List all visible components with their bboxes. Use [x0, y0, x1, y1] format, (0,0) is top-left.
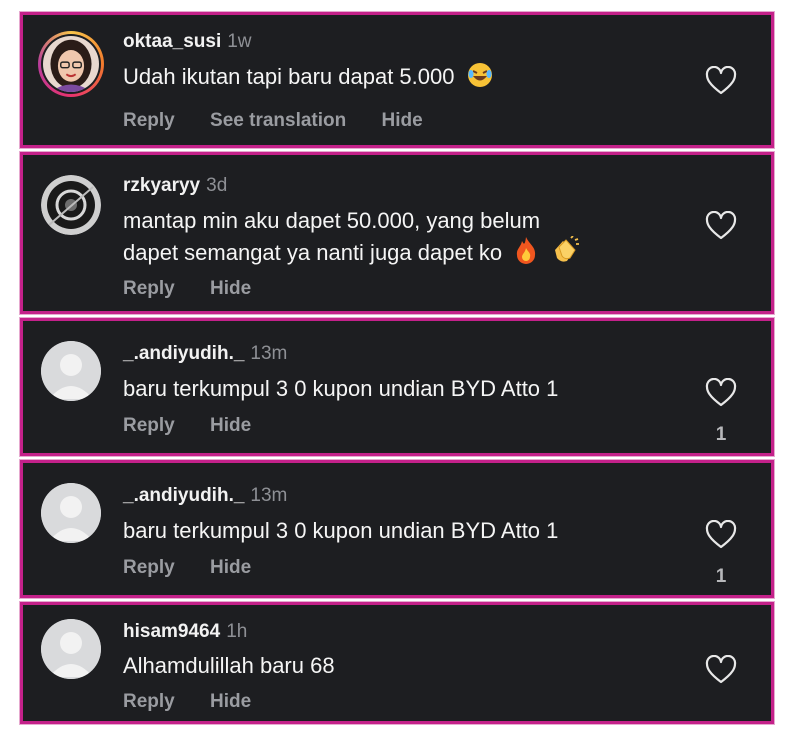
comment-text-line-2: dapet semangat ya nanti juga dapet ko — [123, 235, 683, 272]
comment-text: Alhamdulillah baru 68 — [123, 653, 335, 678]
hide-button[interactable]: Hide — [210, 691, 251, 712]
hide-button[interactable]: Hide — [382, 110, 423, 131]
reply-button[interactable]: Reply — [123, 691, 175, 712]
avatar[interactable] — [41, 341, 101, 401]
see-translation-button[interactable]: See translation — [210, 110, 346, 131]
default-avatar-icon — [41, 619, 101, 679]
username[interactable]: hisam9464 — [123, 621, 220, 642]
default-avatar-icon — [41, 483, 101, 543]
comment-text: mantap min aku dapet 50.000, yang belum … — [123, 206, 683, 272]
comment-text: Udah ikutan tapi baru dapat 5.000 — [123, 62, 683, 96]
comment-actions: Reply Hide — [123, 278, 281, 300]
comment-text-line: mantap min aku dapet 50.000, yang belum — [123, 208, 541, 233]
comment-text: baru terkumpul 3 0 kupon undian BYD Atto… — [123, 376, 559, 401]
avatar[interactable] — [41, 483, 101, 543]
laughing-tears-emoji — [467, 62, 493, 96]
heart-outline-icon[interactable] — [705, 211, 737, 241]
heart-outline-icon[interactable] — [705, 378, 737, 408]
heart-outline-icon[interactable] — [705, 520, 737, 550]
username[interactable]: oktaa_susi — [123, 31, 221, 52]
profile-photo-icon — [41, 175, 101, 235]
reply-button[interactable]: Reply — [123, 557, 175, 578]
comment-text-content: Udah ikutan tapi baru dapat 5.000 — [123, 64, 455, 89]
comment-card: _.andiyudih._ 13m baru terkumpul 3 0 kupo… — [19, 459, 775, 599]
username[interactable]: rzkyaryy — [123, 175, 200, 196]
avatar[interactable] — [38, 31, 104, 97]
comment-meta: rzkyaryy 3d — [123, 175, 227, 197]
hide-button[interactable]: Hide — [210, 557, 251, 578]
avatar[interactable] — [41, 175, 101, 235]
comment-card: oktaa_susi 1w Udah ikutan tapi baru dapat… — [19, 11, 775, 149]
comment-meta: _.andiyudih._ 13m — [123, 343, 287, 365]
timestamp: 1h — [226, 621, 248, 642]
reply-button[interactable]: Reply — [123, 278, 175, 299]
comment-actions: Reply See translation Hide — [123, 110, 453, 132]
comment-text-content: dapet semangat ya nanti juga dapet ko — [123, 240, 503, 265]
profile-photo-icon — [43, 36, 99, 92]
comment-meta: _.andiyudih._ 13m — [123, 485, 287, 507]
timestamp: 13m — [250, 343, 288, 364]
clapping-hands-emoji — [550, 235, 580, 272]
default-avatar-icon — [41, 341, 101, 401]
username[interactable]: _.andiyudih._ — [123, 485, 244, 506]
reply-button[interactable]: Reply — [123, 415, 175, 436]
timestamp: 13m — [250, 485, 288, 506]
comment-actions: Reply Hide — [123, 415, 281, 437]
like-count: 1 — [715, 566, 727, 587]
comment-card: hisam9464 1h Alhamdulillah baru 68 Reply … — [19, 601, 775, 725]
comment-card: rzkyaryy 3d mantap min aku dapet 50.000, … — [19, 151, 775, 315]
timestamp: 1w — [227, 31, 252, 52]
reply-button[interactable]: Reply — [123, 110, 175, 131]
like-count: 1 — [715, 424, 727, 445]
hide-button[interactable]: Hide — [210, 278, 251, 299]
comment-meta: oktaa_susi 1w — [123, 31, 252, 53]
comment-card: _.andiyudih._ 13m baru terkumpul 3 0 kupo… — [19, 317, 775, 457]
timestamp: 3d — [206, 175, 228, 196]
comment-actions: Reply Hide — [123, 557, 281, 579]
fire-emoji — [514, 236, 538, 272]
comment-actions: Reply Hide — [123, 691, 281, 713]
avatar[interactable] — [41, 619, 101, 679]
comment-meta: hisam9464 1h — [123, 621, 247, 643]
heart-outline-icon[interactable] — [705, 655, 737, 685]
heart-outline-icon[interactable] — [705, 66, 737, 96]
hide-button[interactable]: Hide — [210, 415, 251, 436]
username[interactable]: _.andiyudih._ — [123, 343, 244, 364]
comment-text: baru terkumpul 3 0 kupon undian BYD Atto… — [123, 518, 559, 543]
